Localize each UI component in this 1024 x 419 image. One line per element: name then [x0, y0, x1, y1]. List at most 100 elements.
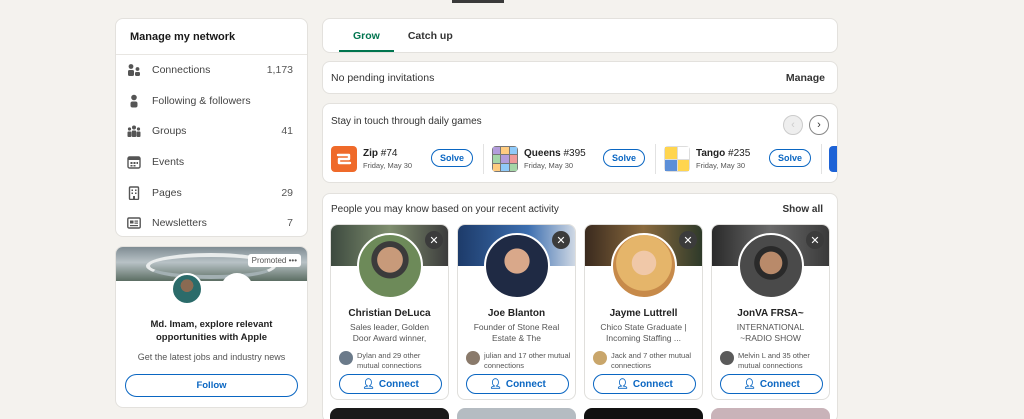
games-title: Stay in touch through daily games [331, 116, 482, 127]
person-card[interactable]: ✕ JonVA FRSA~ INTERNATIONAL ~RADIO SHOW … [711, 224, 830, 400]
close-icon[interactable]: ✕ [806, 231, 824, 249]
next-game-icon[interactable] [829, 146, 837, 172]
mutual-connections: Dylan and 29 other mutual connections [339, 351, 444, 370]
tango-game-icon [664, 146, 690, 172]
chevron-right-icon[interactable]: › [809, 115, 829, 135]
groups-icon [127, 124, 141, 138]
mutual-connections: julian and 17 other mutual connections [466, 351, 571, 370]
connect-button[interactable]: 👤︎ Connect [593, 374, 696, 394]
network-tabs: Grow Catch up [322, 18, 838, 53]
person-headline: Sales leader, Golden Door Award winner, … [350, 322, 429, 343]
mutual-avatar [720, 351, 734, 365]
person-headline: INTERNATIONAL ~RADIO SHOW HOST~PRODUCE..… [736, 322, 805, 343]
add-person-icon: 👤︎ [616, 378, 629, 390]
daily-games-card: Stay in touch through daily games ‹ › Zi… [322, 103, 838, 183]
person-card-peek[interactable] [330, 408, 449, 419]
network-item-connections[interactable]: Connections 1,173 [116, 55, 307, 86]
person-card-peek[interactable] [584, 408, 703, 419]
queens-game-icon [492, 146, 518, 172]
network-item-groups[interactable]: Groups 41 [116, 116, 307, 147]
game-number: #74 [380, 148, 398, 159]
person-card-peek[interactable] [711, 408, 830, 419]
connect-button[interactable]: 👤︎ Connect [466, 374, 569, 394]
game-zip[interactable]: Zip #74 Friday, May 30 [331, 145, 412, 173]
user-avatar [170, 273, 203, 305]
calendar-icon [127, 155, 141, 169]
person-card-peek[interactable] [457, 408, 576, 419]
person-name[interactable]: Joe Blanton [462, 308, 571, 319]
chevron-left-icon[interactable]: ‹ [783, 115, 803, 135]
more-options-icon[interactable]: ••• [289, 256, 297, 265]
person-card[interactable]: ✕ Christian DeLuca Sales leader, Golden … [330, 224, 449, 400]
invitations-status: No pending invitations [331, 71, 435, 84]
follow-button[interactable]: Follow [125, 374, 298, 397]
add-person-icon: 👤︎ [489, 378, 502, 390]
game-date: Friday, May 30 [363, 161, 413, 170]
tab-grow[interactable]: Grow [339, 19, 394, 52]
close-icon[interactable]: ✕ [679, 231, 697, 249]
pymk-title: People you may know based on your recent… [331, 204, 559, 215]
building-icon [127, 185, 141, 200]
network-item-label: Groups [152, 125, 187, 138]
connect-label: Connect [378, 378, 419, 390]
people-you-may-know-card: People you may know based on your recent… [322, 193, 838, 419]
connections-icon [127, 63, 141, 77]
add-person-icon: 👤︎ [362, 378, 375, 390]
mutual-text: Melvin L and 35 other mutual connections [738, 351, 810, 370]
game-date: Friday, May 30 [524, 161, 574, 170]
game-date: Friday, May 30 [696, 161, 746, 170]
mutual-connections: Jack and 7 other mutual connections [593, 351, 698, 370]
network-item-pages[interactable]: Pages 29 [116, 177, 307, 208]
person-headline: Chico State Graduate | Incoming Staffing… [600, 322, 687, 343]
mutual-connections: Melvin L and 35 other mutual connections [720, 351, 825, 370]
person-name[interactable]: JonVA FRSA~ [716, 308, 825, 319]
manage-network-card: Manage my network Connections 1,173 Foll… [115, 18, 308, 237]
person-avatar[interactable] [738, 233, 804, 299]
manage-network-title: Manage my network [116, 19, 307, 55]
tab-catch-up[interactable]: Catch up [394, 19, 467, 52]
person-card[interactable]: ✕ Joe Blanton Founder of Stone Real Esta… [457, 224, 576, 400]
person-avatar[interactable] [611, 233, 677, 299]
promoted-label: Promoted [251, 256, 287, 265]
close-icon[interactable]: ✕ [552, 231, 570, 249]
close-icon[interactable]: ✕ [425, 231, 443, 249]
connect-button[interactable]: 👤︎ Connect [720, 374, 823, 394]
network-item-newsletters[interactable]: Newsletters 7 [116, 208, 307, 236]
person-icon [127, 94, 141, 108]
person-avatar[interactable] [484, 233, 550, 299]
apple-logo-icon [220, 273, 253, 305]
person-card[interactable]: ✕ Jayme Luttrell Chico State Graduate | … [584, 224, 703, 400]
show-all-link[interactable]: Show all [782, 204, 823, 215]
person-name[interactable]: Christian DeLuca [335, 308, 444, 319]
invitations-card: No pending invitations Manage [322, 61, 838, 94]
person-name[interactable]: Jayme Luttrell [589, 308, 698, 319]
solve-tango-button[interactable]: Solve [769, 149, 812, 167]
solve-queens-button[interactable]: Solve [603, 149, 646, 167]
solve-zip-button[interactable]: Solve [431, 149, 474, 167]
ad-headline: Md. Imam, explore relevant opportunities… [150, 319, 273, 343]
network-item-label: Following & followers [152, 94, 251, 107]
network-item-label: Pages [152, 186, 182, 199]
game-divider [655, 144, 656, 174]
promoted-ad-card: Promoted ••• Md. Imam, explore relevant … [115, 246, 308, 408]
mutual-avatar [466, 351, 480, 365]
game-tango[interactable]: Tango #235 Friday, May 30 [664, 145, 750, 173]
add-person-icon: 👤︎ [743, 378, 756, 390]
game-name: Queens [524, 148, 561, 159]
network-item-label: Newsletters [152, 217, 207, 230]
connect-button[interactable]: 👤︎ Connect [339, 374, 442, 394]
mutual-text: Jack and 7 other mutual connections [611, 351, 692, 370]
person-headline: Founder of Stone Real Estate & The Resta… [473, 322, 560, 343]
connect-label: Connect [632, 378, 673, 390]
game-queens[interactable]: Queens #395 Friday, May 30 [492, 145, 586, 173]
manage-invitations-link[interactable]: Manage [786, 72, 825, 84]
connect-label: Connect [759, 378, 800, 390]
network-item-count: 29 [281, 186, 293, 199]
mutual-text: Dylan and 29 other mutual connections [357, 351, 422, 370]
network-item-label: Connections [152, 64, 211, 77]
network-item-events[interactable]: Events [116, 147, 307, 178]
person-avatar[interactable] [357, 233, 423, 299]
network-item-count: 1,173 [266, 64, 293, 77]
network-item-following[interactable]: Following & followers [116, 86, 307, 117]
promoted-badge[interactable]: Promoted ••• [247, 254, 301, 267]
